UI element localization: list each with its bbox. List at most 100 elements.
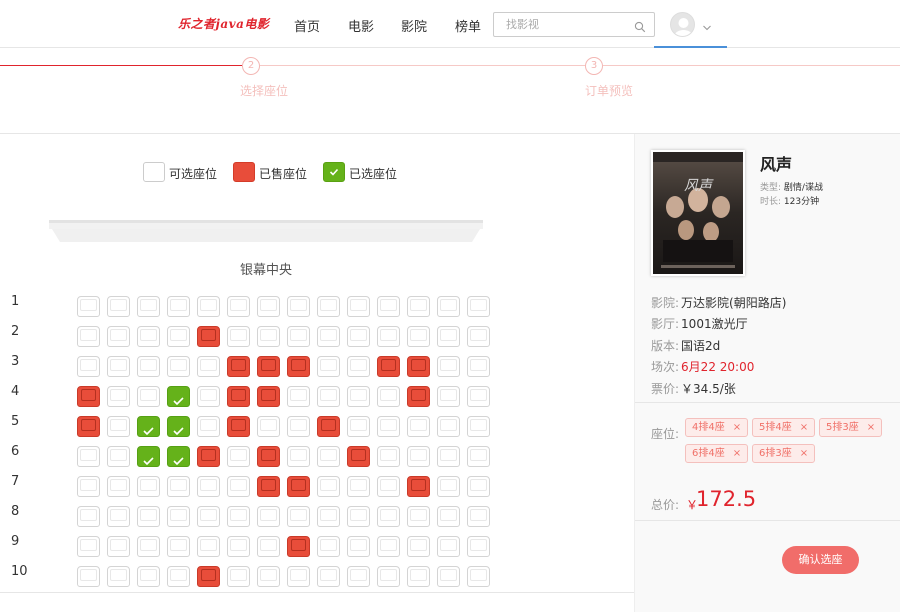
available-seat[interactable] [467,536,490,557]
available-seat[interactable] [257,536,280,557]
nav-cinemas[interactable]: 影院 [401,16,427,35]
available-seat[interactable] [347,326,370,347]
available-seat[interactable] [467,296,490,317]
available-seat[interactable] [317,536,340,557]
available-seat[interactable] [227,536,250,557]
selected-seat[interactable] [137,446,160,467]
available-seat[interactable] [77,356,100,377]
available-seat[interactable] [437,506,460,527]
available-seat[interactable] [107,296,130,317]
available-seat[interactable] [347,506,370,527]
available-seat[interactable] [227,566,250,587]
available-seat[interactable] [257,296,280,317]
confirm-seat-button[interactable]: 确认选座 [782,546,859,574]
available-seat[interactable] [437,326,460,347]
available-seat[interactable] [437,446,460,467]
available-seat[interactable] [377,566,400,587]
available-seat[interactable] [137,386,160,407]
available-seat[interactable] [197,476,220,497]
available-seat[interactable] [227,296,250,317]
available-seat[interactable] [377,506,400,527]
site-logo[interactable]: 乐之者java电影 [178,15,269,32]
available-seat[interactable] [347,476,370,497]
available-seat[interactable] [137,326,160,347]
available-seat[interactable] [317,326,340,347]
available-seat[interactable] [377,536,400,557]
seat-tag[interactable]: 5排3座 × [819,418,883,437]
available-seat[interactable] [317,296,340,317]
available-seat[interactable] [287,416,310,437]
available-seat[interactable] [227,446,250,467]
selected-seat[interactable] [167,446,190,467]
available-seat[interactable] [347,566,370,587]
seat-tag[interactable]: 5排4座 × [752,418,816,437]
selected-seat[interactable] [137,416,160,437]
avatar[interactable] [670,12,695,37]
seat-tag[interactable]: 6排4座 × [685,444,749,463]
available-seat[interactable] [287,386,310,407]
available-seat[interactable] [77,446,100,467]
available-seat[interactable] [467,386,490,407]
available-seat[interactable] [287,506,310,527]
available-seat[interactable] [167,326,190,347]
available-seat[interactable] [317,446,340,467]
seat-tag[interactable]: 6排3座 × [752,444,816,463]
close-icon[interactable]: × [733,422,741,433]
available-seat[interactable] [377,386,400,407]
available-seat[interactable] [77,326,100,347]
selected-seat[interactable] [167,416,190,437]
available-seat[interactable] [377,476,400,497]
available-seat[interactable] [317,356,340,377]
available-seat[interactable] [227,326,250,347]
nav-home[interactable]: 首页 [294,16,320,35]
available-seat[interactable] [287,566,310,587]
available-seat[interactable] [77,506,100,527]
available-seat[interactable] [377,446,400,467]
available-seat[interactable] [407,566,430,587]
available-seat[interactable] [167,296,190,317]
nav-rankings[interactable]: 榜单 [455,16,481,35]
available-seat[interactable] [467,506,490,527]
available-seat[interactable] [347,296,370,317]
available-seat[interactable] [167,356,190,377]
available-seat[interactable] [317,506,340,527]
seat-tag[interactable]: 4排4座 × [685,418,749,437]
available-seat[interactable] [467,326,490,347]
available-seat[interactable] [467,476,490,497]
available-seat[interactable] [137,356,160,377]
available-seat[interactable] [467,446,490,467]
available-seat[interactable] [77,536,100,557]
available-seat[interactable] [257,566,280,587]
available-seat[interactable] [467,566,490,587]
available-seat[interactable] [167,476,190,497]
available-seat[interactable] [77,296,100,317]
available-seat[interactable] [107,416,130,437]
available-seat[interactable] [347,536,370,557]
available-seat[interactable] [287,446,310,467]
available-seat[interactable] [437,386,460,407]
available-seat[interactable] [197,296,220,317]
user-menu[interactable] [654,0,727,48]
available-seat[interactable] [107,446,130,467]
available-seat[interactable] [227,476,250,497]
available-seat[interactable] [197,506,220,527]
close-icon[interactable]: × [800,422,808,433]
available-seat[interactable] [407,416,430,437]
available-seat[interactable] [107,536,130,557]
available-seat[interactable] [197,386,220,407]
available-seat[interactable] [317,386,340,407]
available-seat[interactable] [287,296,310,317]
available-seat[interactable] [137,536,160,557]
close-icon[interactable]: × [800,448,808,459]
available-seat[interactable] [407,446,430,467]
available-seat[interactable] [167,566,190,587]
available-seat[interactable] [377,416,400,437]
chevron-down-icon[interactable] [702,17,712,36]
available-seat[interactable] [227,506,250,527]
available-seat[interactable] [377,296,400,317]
available-seat[interactable] [407,536,430,557]
available-seat[interactable] [407,296,430,317]
search-input[interactable] [494,13,624,36]
available-seat[interactable] [257,326,280,347]
available-seat[interactable] [437,416,460,437]
